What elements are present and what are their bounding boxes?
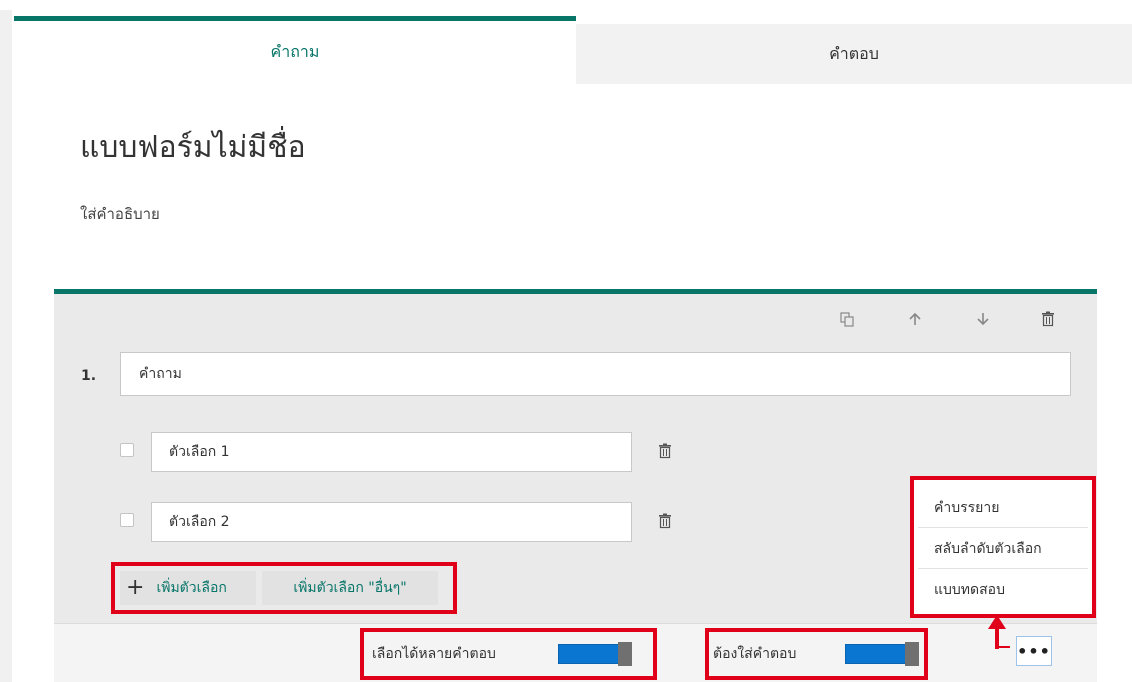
add-option-button[interactable]: + เพิ่มตัวเลือก: [120, 571, 256, 605]
form-title[interactable]: แบบฟอร์มไม่มีชื่อ: [80, 124, 306, 171]
copy-icon[interactable]: [836, 308, 858, 330]
required-group: ต้องใส่คำตอบ: [705, 628, 928, 680]
multi-answer-group: เลือกได้หลายคำตอบ: [360, 628, 657, 680]
option-trash-icon[interactable]: [657, 443, 675, 461]
question-number: 1.: [81, 368, 97, 384]
menu-item-subtitle[interactable]: คำบรรยาย: [918, 488, 1088, 528]
top-strip: [0, 0, 1132, 10]
add-other-option-button[interactable]: เพิ่มตัวเลือก "อื่นๆ": [262, 571, 438, 605]
required-label: ต้องใส่คำตอบ: [713, 646, 797, 662]
arrow-down-icon[interactable]: [972, 308, 994, 330]
required-toggle[interactable]: [845, 642, 919, 666]
plus-icon: +: [126, 575, 145, 600]
menu-item-quiz[interactable]: แบบทดสอบ: [918, 570, 1088, 610]
trash-icon[interactable]: [1037, 308, 1059, 330]
tab-bar: คำถาม คำตอบ: [14, 16, 1132, 84]
form-description[interactable]: ใส่คำอธิบาย: [80, 202, 160, 226]
toggle-track: [558, 644, 620, 664]
toggle-knob: [905, 642, 919, 666]
arrow-up-icon[interactable]: [904, 308, 926, 330]
tab-responses[interactable]: คำตอบ: [576, 24, 1132, 84]
toggle-track: [845, 644, 907, 664]
option-checkbox: [120, 513, 134, 527]
toggle-knob: [618, 642, 632, 666]
left-shadow: [0, 10, 12, 682]
tab-questions[interactable]: คำถาม: [14, 16, 576, 84]
multi-answer-toggle[interactable]: [558, 642, 632, 666]
multi-answer-label: เลือกได้หลายคำตอบ: [372, 646, 496, 662]
option-checkbox: [120, 443, 134, 457]
question-title-input[interactable]: คำถาม: [120, 352, 1071, 396]
option-trash-icon[interactable]: [657, 513, 675, 531]
annotation-arrow-icon: [988, 615, 1010, 649]
add-option-group: + เพิ่มตัวเลือก เพิ่มตัวเลือก "อื่นๆ": [111, 562, 457, 614]
option-input[interactable]: ตัวเลือก 2: [151, 502, 632, 542]
menu-item-shuffle-options[interactable]: สลับลำดับตัวเลือก: [918, 529, 1088, 569]
more-options-button[interactable]: •••: [1016, 636, 1052, 666]
question-footer: เลือกได้หลายคำตอบ ต้องใส่คำตอบ •••: [54, 623, 1097, 682]
more-options-menu: คำบรรยาย สลับลำดับตัวเลือก แบบทดสอบ: [910, 476, 1096, 618]
add-option-label: เพิ่มตัวเลือก: [156, 580, 227, 596]
option-input[interactable]: ตัวเลือก 1: [151, 432, 632, 472]
